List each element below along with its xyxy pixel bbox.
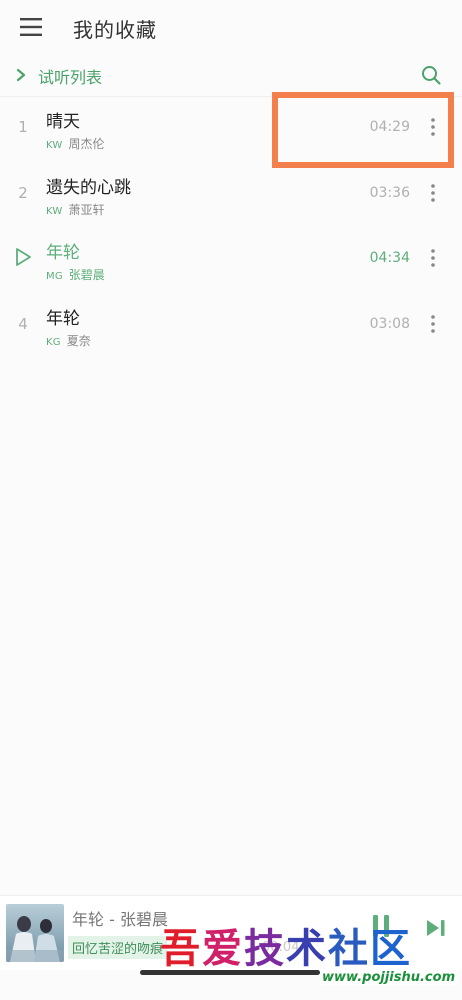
song-index: 4 (18, 314, 28, 333)
gesture-bar[interactable] (140, 970, 320, 975)
song-index: 1 (18, 118, 28, 136)
playlist-label: 试听列表 (38, 68, 103, 87)
song-title: 年轮 (46, 243, 80, 263)
search-icon[interactable] (420, 64, 442, 86)
song-meta: KW 周杰伦 (46, 135, 105, 152)
source-tag: KW (46, 205, 63, 217)
song-row[interactable]: 4 年轮 KG 夏奈 03:08 (0, 294, 462, 360)
song-title: 遗失的心跳 (46, 177, 131, 198)
song-meta: KW 萧亚轩 (46, 201, 105, 218)
source-tag: KW (46, 140, 63, 151)
song-row[interactable]: 2 遗失的心跳 KW 萧亚轩 03:36 (0, 163, 462, 229)
watermark-char: 技 (244, 925, 286, 972)
song-artist: 夏奈 (66, 333, 91, 348)
highlight-box (272, 92, 454, 168)
song-title: 晴天 (46, 112, 80, 132)
song-index: 2 (18, 183, 28, 202)
watermark-char: 区 (370, 925, 412, 972)
top-bar: 我的收藏 (0, 0, 462, 56)
watermark-char: 爱 (202, 925, 244, 972)
play-icon (16, 248, 31, 266)
song-duration: 04:34 (369, 250, 410, 266)
album-art[interactable] (6, 904, 64, 962)
song-meta: KG 夏奈 (46, 332, 91, 349)
more-vertical-icon[interactable] (426, 248, 440, 268)
source-tag: KG (46, 336, 61, 348)
song-artist: 周杰伦 (68, 137, 105, 151)
watermark-text: 吾爱技术社区 (160, 916, 412, 974)
song-duration: 03:36 (369, 184, 410, 201)
song-duration: 03:08 (369, 315, 410, 332)
source-tag: MG (46, 271, 63, 282)
watermark-char: 吾 (160, 925, 202, 972)
menu-icon[interactable] (20, 18, 42, 36)
watermark-char: 社 (328, 925, 370, 972)
watermark: 吾爱技术社区 www.pojjishu.com (160, 916, 460, 996)
song-title: 年轮 (46, 308, 80, 329)
song-row-playing[interactable]: 年轮 MG 张碧晨 04:34 (0, 228, 462, 294)
page-title: 我的收藏 (73, 18, 157, 42)
player-title: 年轮 - 张碧晨 (72, 910, 168, 929)
player-lyric: 回忆苦涩的吻痕 (68, 936, 168, 959)
more-vertical-icon[interactable] (426, 314, 440, 334)
song-artist: 萧亚轩 (68, 202, 105, 217)
watermark-char: 术 (286, 925, 328, 972)
song-meta: MG 张碧晨 (46, 266, 105, 283)
watermark-url: www.pojjishu.com (320, 970, 458, 985)
chevron-right-icon (16, 68, 26, 82)
more-vertical-icon[interactable] (426, 183, 440, 203)
app: 我的收藏 试听列表 1 晴天 KW 周杰伦 04:29 2 遗失的心跳 KW 萧… (0, 0, 462, 1000)
song-artist: 张碧晨 (68, 268, 105, 282)
